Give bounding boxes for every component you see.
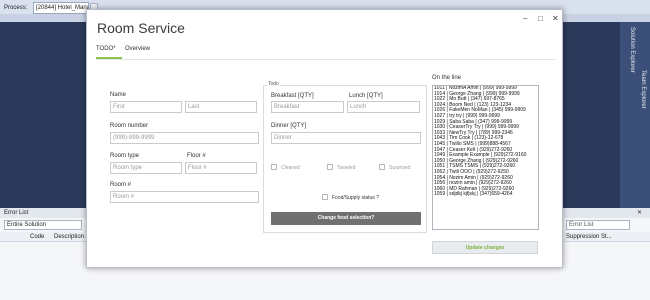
cleaned-checkbox[interactable]: [271, 164, 277, 170]
surprised-checkbox[interactable]: [379, 164, 385, 170]
surprised-label: Surprised: [389, 165, 411, 171]
toweled-label: Toweled: [337, 165, 356, 171]
floor-label: Floor #: [187, 153, 206, 159]
list-item[interactable]: 1059 | sdjdkj kjfjskj | (347)659-4264: [433, 192, 538, 198]
lunch-input[interactable]: Lunch: [347, 101, 420, 113]
window-title: Room Service: [97, 20, 185, 36]
toweled-checkbox[interactable]: [327, 164, 333, 170]
todo-group-title: Todo: [267, 81, 280, 87]
screen: Process: [20844] Hotel_Mana Solution Exp…: [0, 0, 650, 300]
column-code[interactable]: Code: [30, 232, 44, 242]
error-scope-dropdown[interactable]: Entire Solution: [4, 220, 82, 230]
breakfast-input[interactable]: Breakfast: [271, 101, 344, 113]
column-suppression[interactable]: Suppression St...: [566, 232, 612, 242]
dinner-input[interactable]: Dinner: [271, 132, 421, 144]
error-search-input[interactable]: Error List: [566, 220, 630, 230]
room-type-label: Room type: [110, 153, 140, 159]
process-label: Process:: [4, 5, 28, 11]
food-supply-status-checkbox[interactable]: [322, 194, 328, 200]
floor-input[interactable]: Floor #: [185, 162, 257, 174]
room-service-window: Room Service – □ ✕ TODO* Overview Name F…: [86, 9, 563, 268]
room-label: Room #: [110, 182, 132, 188]
close-icon[interactable]: ✕: [637, 208, 642, 218]
minimize-icon[interactable]: –: [523, 14, 527, 23]
solution-explorer-tab[interactable]: Solution Explorer: [629, 27, 635, 73]
room-number-label: Room number: [110, 123, 149, 129]
first-name-input[interactable]: First: [110, 101, 182, 113]
breakfast-label: Breakfast [QTY]: [271, 93, 314, 99]
on-the-line-title: On the line: [432, 75, 462, 81]
lunch-label: Lunch [QTY]: [349, 93, 383, 99]
update-changes-button[interactable]: Update changes: [432, 241, 538, 254]
room-type-input[interactable]: Room type: [110, 162, 182, 174]
change-food-selection-button[interactable]: Change food selection?: [271, 212, 421, 225]
column-description[interactable]: Description: [54, 232, 84, 242]
name-label: Name: [110, 92, 127, 98]
food-supply-status-label: Food/Supply status ?: [332, 195, 379, 201]
process-dropdown[interactable]: [20844] Hotel_Mana: [33, 2, 89, 14]
vs-right-sidebar: Solution Explorer Team Explorer: [620, 22, 650, 212]
dinner-label: Dinner [QTY]: [271, 123, 307, 129]
room-input[interactable]: Room #: [110, 191, 259, 203]
tab-todo[interactable]: TODO*: [96, 46, 116, 52]
room-number-input[interactable]: (999)-999-9999: [110, 132, 259, 144]
maximize-icon[interactable]: □: [538, 14, 543, 23]
tab-overview[interactable]: Overview: [125, 46, 150, 52]
team-explorer-tab[interactable]: Team Explorer: [640, 70, 646, 109]
close-window-icon[interactable]: ✕: [552, 14, 559, 23]
error-list-title-text: Error List: [4, 210, 29, 216]
tab-divider: [96, 59, 556, 60]
last-name-input[interactable]: Last: [185, 101, 257, 113]
cleaned-label: Cleaned: [281, 165, 300, 171]
on-the-line-list[interactable]: 1011 | NozimA Amin | (999) 999-9999 1014 …: [432, 85, 539, 230]
